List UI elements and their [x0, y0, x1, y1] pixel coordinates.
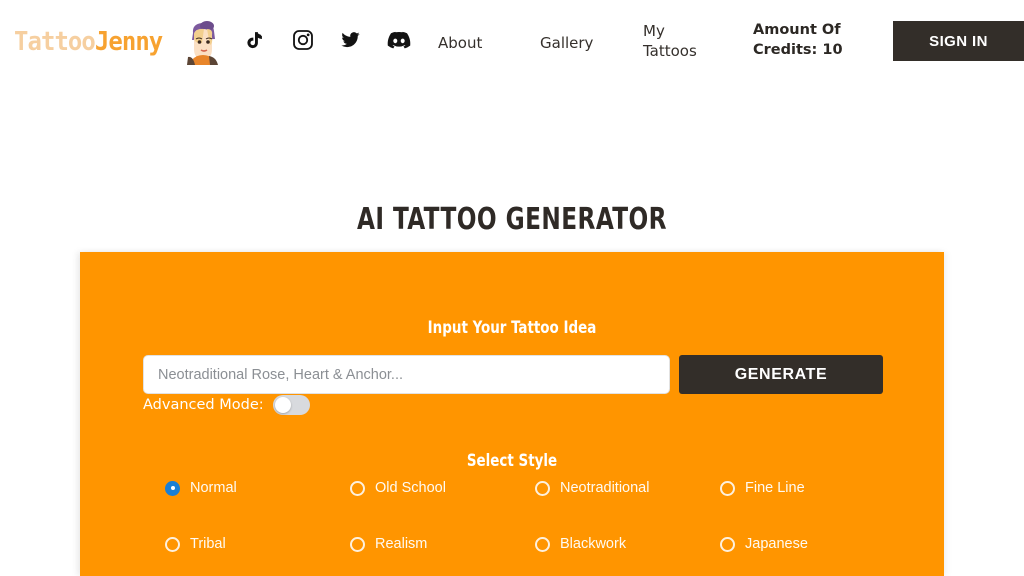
radio-icon[interactable] [165, 536, 180, 552]
instagram-icon[interactable] [292, 29, 314, 51]
site-header: TattooJenny About Gallery My Tattoos Amo… [0, 0, 1024, 82]
discord-icon[interactable] [387, 31, 411, 50]
logo-text: TattooJenny [14, 27, 163, 57]
style-option-fine-line[interactable]: Fine Line [720, 480, 905, 496]
credits-display: Amount Of Credits: 10 [753, 22, 843, 58]
sign-in-button[interactable]: SIGN IN [893, 21, 1024, 61]
style-option-label: Old School [375, 480, 446, 496]
radio-icon[interactable] [350, 480, 365, 496]
twitter-icon[interactable] [339, 30, 362, 50]
style-option-label: Normal [190, 480, 237, 496]
nav-item-my-tattoos[interactable]: My Tattoos [643, 21, 705, 62]
tiktok-icon[interactable] [246, 28, 267, 52]
style-section-heading: Select Style [466, 451, 558, 471]
style-option-label: Neotraditional [560, 480, 650, 496]
toggle-knob [274, 397, 291, 413]
radio-icon[interactable] [350, 536, 365, 552]
style-option-normal[interactable]: Normal [165, 480, 350, 496]
app-root: TattooJenny About Gallery My Tattoos Amo… [0, 0, 1024, 576]
logo-text-part1: Tattoo [14, 27, 96, 57]
style-option-old-school[interactable]: Old School [350, 480, 535, 496]
advanced-mode-row: Advanced Mode: [143, 395, 310, 415]
input-section-heading: Input Your Tattoo Idea [427, 318, 597, 338]
style-option-label: Realism [375, 536, 428, 552]
style-option-label: Fine Line [745, 480, 805, 496]
prompt-row: GENERATE [143, 355, 883, 394]
style-option-japanese[interactable]: Japanese [720, 536, 905, 552]
tattoo-idea-input[interactable] [143, 355, 670, 394]
radio-icon[interactable] [720, 480, 735, 496]
nav-item-gallery[interactable]: Gallery [540, 33, 593, 53]
style-option-label: Japanese [745, 536, 808, 552]
style-option-neotraditional[interactable]: Neotraditional [535, 480, 720, 496]
generator-panel: Input Your Tattoo Idea GENERATE Advanced… [80, 252, 944, 576]
style-option-blackwork[interactable]: Blackwork [535, 536, 720, 552]
style-option-tribal[interactable]: Tribal [165, 536, 350, 552]
style-option-realism[interactable]: Realism [350, 536, 535, 552]
advanced-mode-label: Advanced Mode: [143, 397, 264, 413]
advanced-mode-toggle[interactable] [272, 395, 310, 415]
radio-icon[interactable] [535, 480, 550, 496]
radio-icon[interactable] [720, 536, 735, 552]
radio-icon[interactable] [165, 480, 180, 496]
generate-button[interactable]: GENERATE [679, 355, 883, 394]
style-option-label: Tribal [190, 536, 226, 552]
style-options-grid: Normal Old School Neotraditional Fine Li… [165, 480, 905, 576]
radio-icon[interactable] [535, 536, 550, 552]
style-option-label: Blackwork [560, 536, 627, 552]
page-title: AI TATTOO GENERATOR [357, 202, 667, 237]
logo-text-part2: Jenny [94, 27, 163, 57]
mascot-avatar-icon [182, 19, 225, 65]
social-links [246, 28, 411, 52]
logo[interactable]: TattooJenny [14, 19, 225, 65]
nav-item-about[interactable]: About [438, 33, 482, 53]
